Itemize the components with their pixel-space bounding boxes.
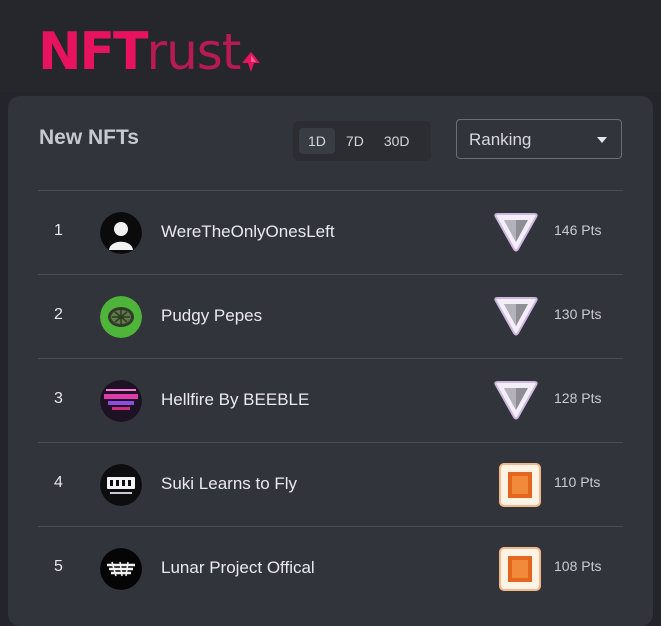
nft-name[interactable]: Pudgy Pepes [161,306,262,326]
logo-text-primary: NFT [38,22,149,82]
nft-name[interactable]: WereTheOnlyOnesLeft [161,222,335,242]
nft-list: 1 WereTheOnlyOnesLeft 146 Pts 2 Pudgy Pe… [38,190,623,610]
list-item[interactable]: 2 Pudgy Pepes 130 Pts [38,274,623,358]
rank-number: 4 [54,474,63,491]
top-bar: NFT rust [0,0,661,92]
chevron-down-icon [597,137,607,143]
avatar[interactable] [100,380,142,422]
period-7d-button[interactable]: 7D [337,128,373,154]
list-item[interactable]: 4 Suki Learns to Fly 110 Pts [38,442,623,526]
triangle-shield-icon [494,381,538,420]
list-item[interactable]: 3 Hellfire By BEEBLE 128 Pts [38,358,623,442]
points-value: 146 Pts [554,222,602,238]
points-value: 128 Pts [554,390,602,406]
triangle-shield-icon [494,297,538,336]
rank-number: 3 [54,390,63,407]
avatar[interactable] [100,464,142,506]
nft-name[interactable]: Lunar Project Offical [161,558,315,578]
nft-name[interactable]: Suki Learns to Fly [161,474,297,494]
sort-select[interactable]: Ranking [456,119,622,159]
orange-square-icon [499,463,541,507]
avatar[interactable] [100,212,142,254]
triangle-shield-icon [494,213,538,252]
new-nfts-panel: New NFTs 1D 7D 30D Ranking 1 WereTheOnly… [8,96,653,626]
avatar[interactable] [100,548,142,590]
points-value: 130 Pts [554,306,602,322]
orange-square-icon [499,547,541,591]
list-item[interactable]: 1 WereTheOnlyOnesLeft 146 Pts [38,190,623,274]
period-30d-button[interactable]: 30D [375,128,419,154]
period-toggle-group: 1D 7D 30D [293,121,431,161]
rank-number: 5 [54,558,63,575]
nft-name[interactable]: Hellfire By BEEBLE [161,390,309,410]
diamond-arrow-icon [242,52,261,72]
sort-select-value: Ranking [469,130,532,149]
avatar[interactable] [100,296,142,338]
list-item[interactable]: 5 Lunar Project Offical 108 Pts [38,526,623,610]
rank-number: 1 [54,222,63,239]
panel-title: New NFTs [39,126,139,149]
points-value: 110 Pts [554,474,601,490]
logo-text-secondary: rust [146,23,242,81]
points-value: 108 Pts [554,558,602,574]
nftrust-logo[interactable]: NFT rust [38,14,261,82]
period-1d-button[interactable]: 1D [299,128,335,154]
rank-number: 2 [54,306,63,323]
